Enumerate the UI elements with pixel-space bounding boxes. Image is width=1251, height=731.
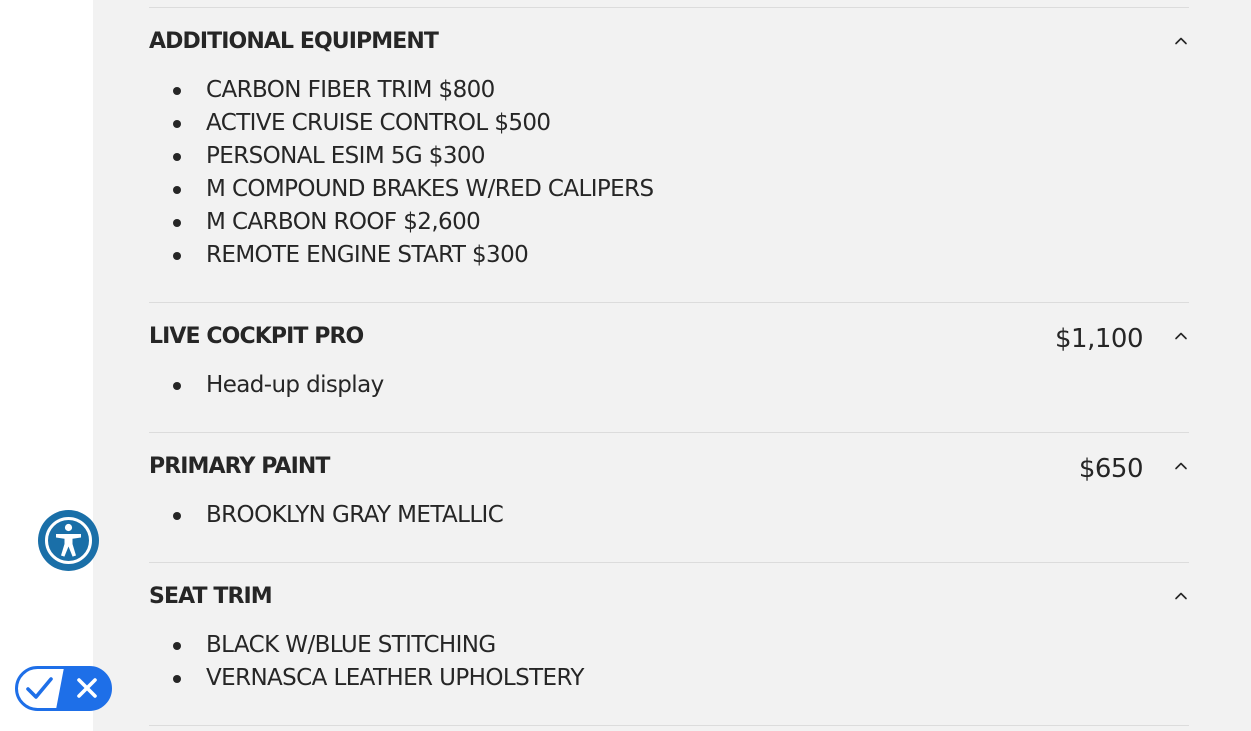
section-header[interactable]: PRIMARY PAINT $650: [149, 452, 1189, 484]
section-title: LIVE COCKPIT PRO: [149, 324, 364, 349]
list-item: VERNASCA LEATHER UPHOLSTERY: [149, 662, 1189, 695]
list-item: CARBON FIBER TRIM $800: [149, 74, 1189, 107]
options-panel: ADDITIONAL EQUIPMENT CARBON FIBER TRIM $…: [93, 0, 1251, 731]
list-item: PERSONAL ESIM 5G $300: [149, 140, 1189, 173]
chevron-up-icon[interactable]: [1173, 458, 1189, 474]
list-item: M COMPOUND BRAKES W/RED CALIPERS: [149, 173, 1189, 206]
section-primary-paint: PRIMARY PAINT $650 BROOKLYN GRAY METALLI…: [149, 432, 1189, 562]
list-item: ACTIVE CRUISE CONTROL $500: [149, 107, 1189, 140]
consent-toggle[interactable]: [15, 666, 112, 711]
item-list: CARBON FIBER TRIM $800 ACTIVE CRUISE CON…: [149, 74, 1189, 272]
divider: [149, 725, 1189, 726]
list-item: BROOKLYN GRAY METALLIC: [149, 499, 1189, 532]
list-item: Head-up display: [149, 369, 1189, 402]
list-item: BLACK W/BLUE STITCHING: [149, 629, 1189, 662]
section-price: $1,100: [1055, 324, 1143, 354]
options-list: ADDITIONAL EQUIPMENT CARBON FIBER TRIM $…: [149, 7, 1189, 726]
section-header[interactable]: SEAT TRIM: [149, 582, 1189, 612]
section-title: ADDITIONAL EQUIPMENT: [149, 29, 439, 54]
list-item: REMOTE ENGINE START $300: [149, 239, 1189, 272]
chevron-up-icon[interactable]: [1173, 328, 1189, 344]
item-list: BROOKLYN GRAY METALLIC: [149, 499, 1189, 532]
section-live-cockpit-pro: LIVE COCKPIT PRO $1,100 Head-up display: [149, 302, 1189, 432]
accessibility-button[interactable]: [38, 510, 99, 571]
section-title: SEAT TRIM: [149, 584, 273, 609]
section-additional-equipment: ADDITIONAL EQUIPMENT CARBON FIBER TRIM $…: [149, 7, 1189, 302]
item-list: BLACK W/BLUE STITCHING VERNASCA LEATHER …: [149, 629, 1189, 695]
section-price: $650: [1078, 454, 1144, 484]
accessibility-person-icon: [45, 517, 92, 564]
section-header[interactable]: LIVE COCKPIT PRO $1,100: [149, 322, 1189, 354]
list-item: M CARBON ROOF $2,600: [149, 206, 1189, 239]
chevron-up-icon[interactable]: [1173, 33, 1189, 49]
section-seat-trim: SEAT TRIM BLACK W/BLUE STITCHING VERNASC…: [149, 562, 1189, 725]
item-list: Head-up display: [149, 369, 1189, 402]
section-header[interactable]: ADDITIONAL EQUIPMENT: [149, 27, 1189, 57]
chevron-up-icon[interactable]: [1173, 588, 1189, 604]
section-title: PRIMARY PAINT: [149, 454, 330, 479]
